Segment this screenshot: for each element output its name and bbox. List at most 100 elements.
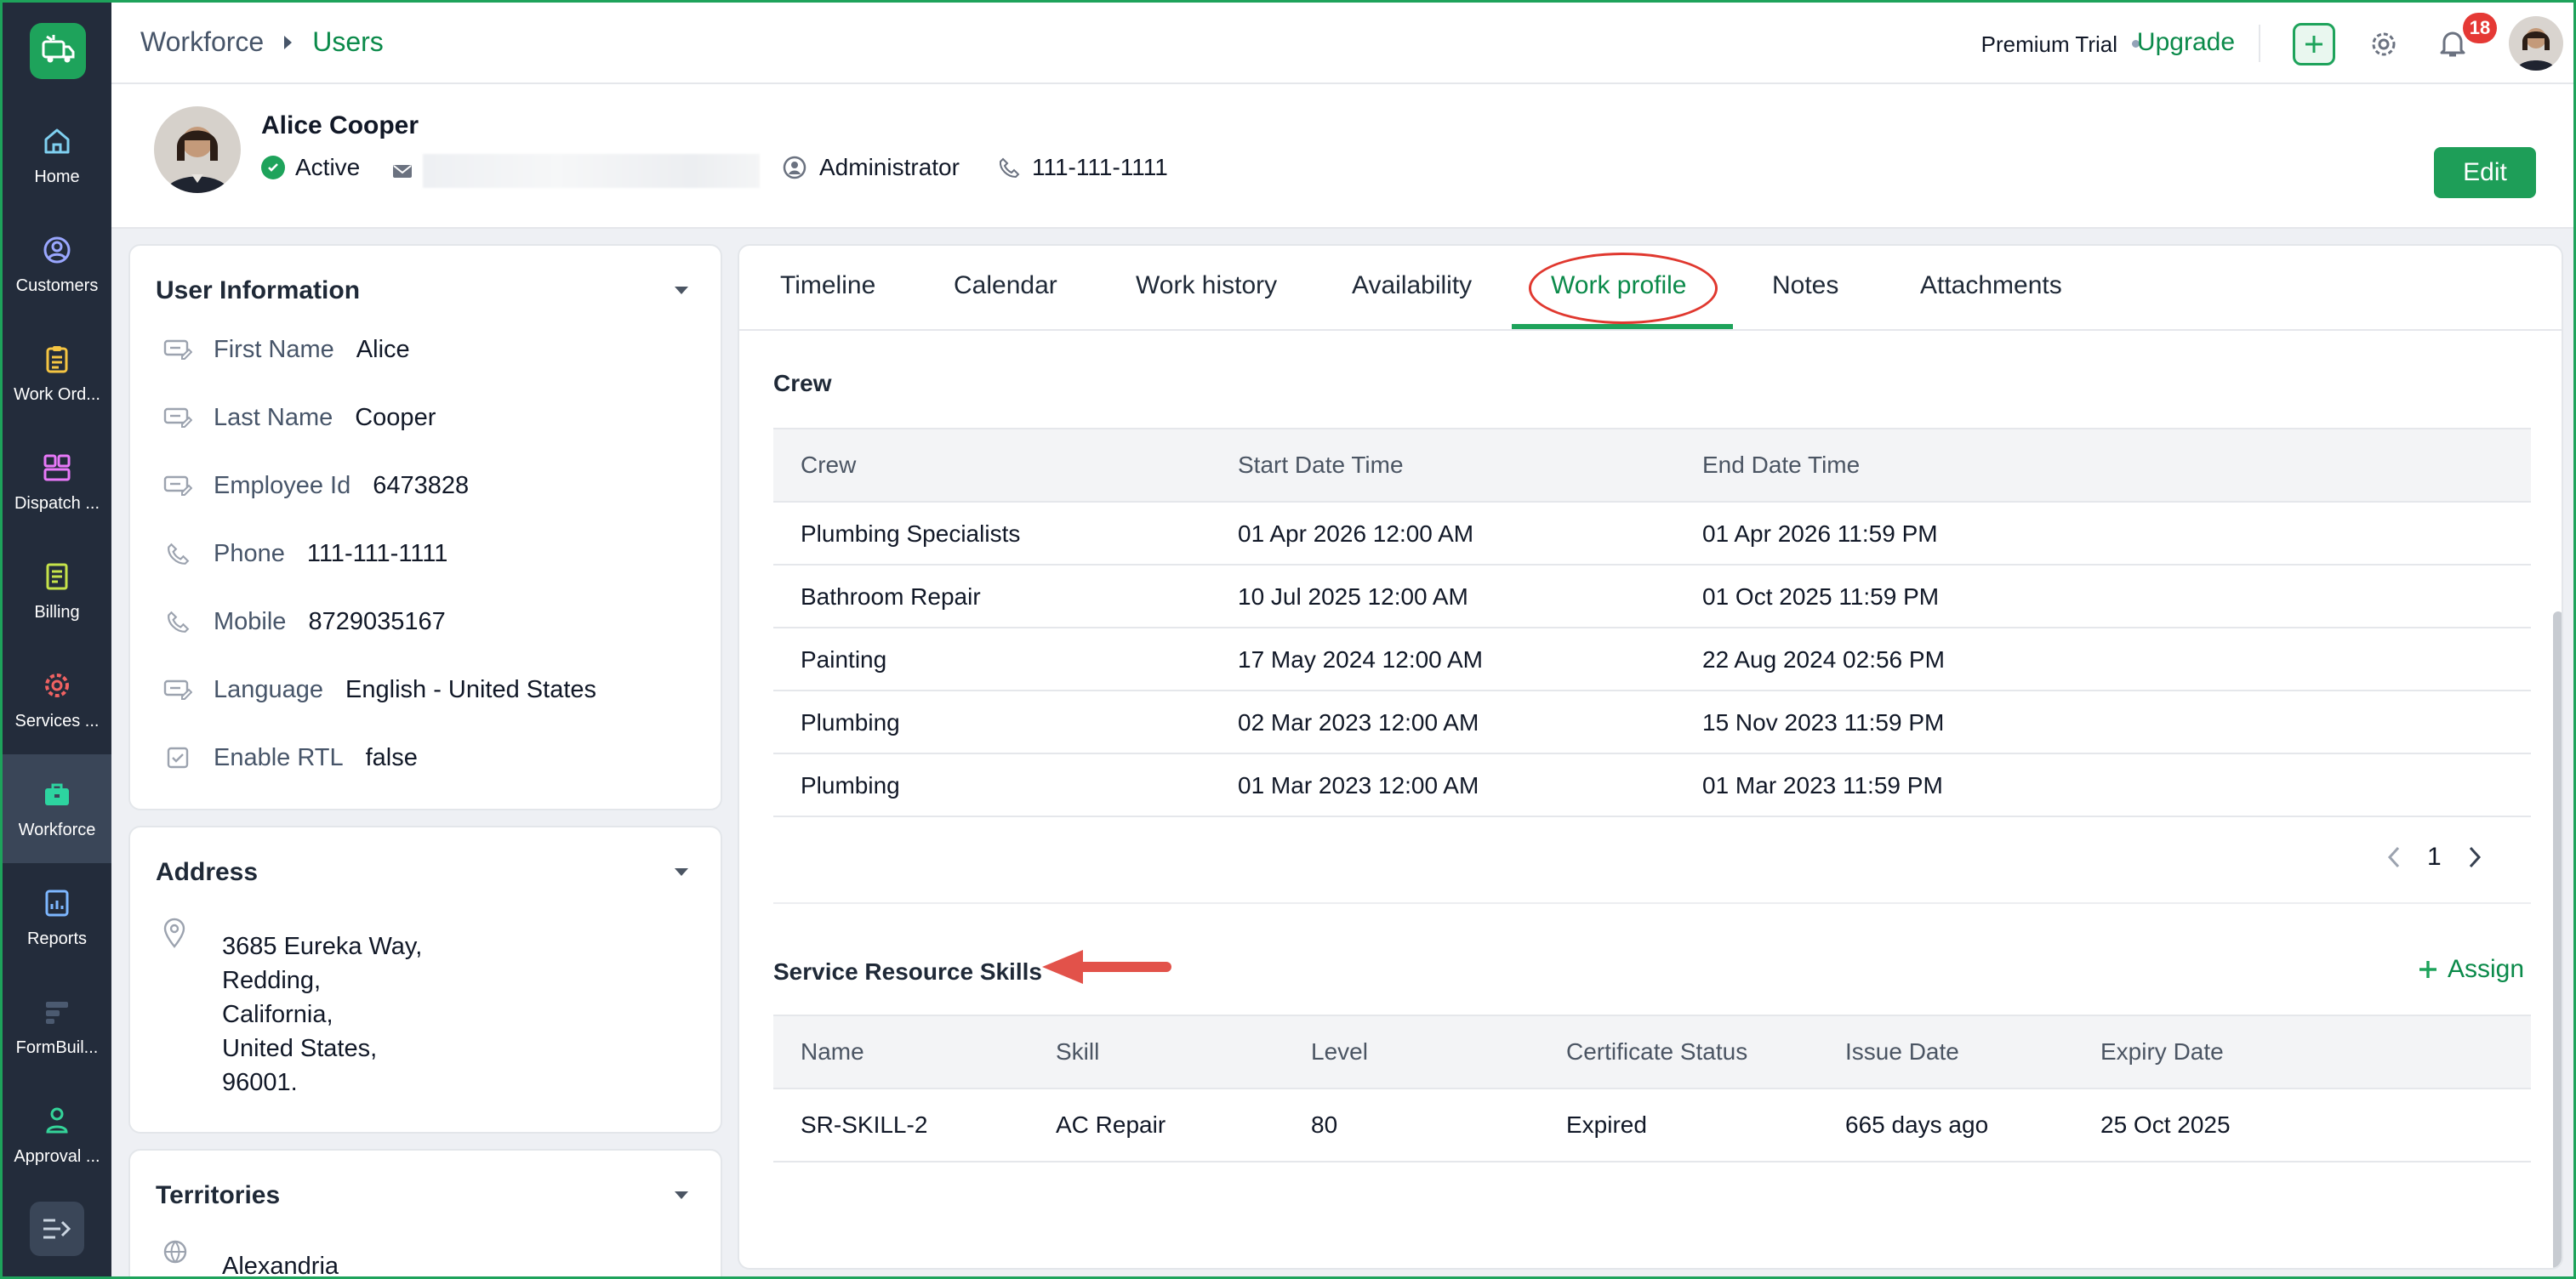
rail-item-label: Approval ... [14, 1146, 100, 1166]
rail-item-label: Services ... [14, 711, 100, 730]
rail-item-work-orders[interactable]: Work Ord... [3, 319, 111, 428]
crew-section-title: Crew [773, 370, 832, 396]
phone-icon [162, 538, 193, 569]
breadcrumb-workforce[interactable]: Workforce [140, 26, 264, 58]
field-value: Alice [356, 335, 410, 363]
table-cell: 25 Oct 2025 [2100, 1111, 2231, 1138]
profile-avatar [154, 106, 241, 193]
tab-attachments[interactable]: Attachments [1920, 271, 2062, 300]
collapse-caret-icon[interactable] [675, 868, 688, 876]
column-header: Certificate Status [1566, 1038, 1748, 1065]
plus-icon [2305, 36, 2322, 53]
edit-button[interactable]: Edit [2434, 147, 2536, 198]
table-header: Name Skill Level Certificate Status Issu… [773, 1015, 2531, 1089]
table-row[interactable]: Plumbing 02 Mar 2023 12:00 AM 15 Nov 202… [773, 691, 2531, 754]
column-header: Start Date Time [1238, 452, 1404, 478]
chevron-right-icon[interactable] [2467, 844, 2482, 870]
table-row[interactable]: SR-SKILL-2 AC Repair 80 Expired 665 days… [773, 1089, 2531, 1162]
rail-item-billing[interactable]: Billing [3, 537, 111, 645]
address-line: Redding, [222, 967, 322, 994]
app-window: Home Customers Work Ord... Dispatch ... … [0, 0, 2576, 1279]
rail-item-approval[interactable]: Approval ... [3, 1081, 111, 1190]
tab-calendar[interactable]: Calendar [954, 271, 1057, 300]
upgrade-link[interactable]: Upgrade [2137, 28, 2235, 57]
field-value: false [365, 743, 418, 771]
field-first-name: First Name Alice [162, 334, 410, 365]
table-cell: 10 Jul 2025 12:00 AM [1238, 583, 1468, 610]
table-cell: Bathroom Repair [801, 583, 981, 610]
section-divider [773, 902, 2531, 904]
profile-meta: Active Administrator 111-111-1111 [261, 154, 1367, 188]
collapse-rail-button[interactable] [30, 1202, 84, 1256]
breadcrumb-users[interactable]: Users [312, 26, 384, 58]
rail-item-dispatch[interactable]: Dispatch ... [3, 428, 111, 537]
chevron-left-icon[interactable] [2386, 844, 2402, 870]
text-field-icon [162, 674, 193, 705]
collapse-caret-icon[interactable] [675, 287, 688, 294]
rail-item-label: Dispatch ... [14, 493, 100, 513]
settings-gear-icon[interactable] [2368, 28, 2400, 60]
table-cell: Plumbing [801, 709, 900, 736]
territories-card: Territories Alexandria [128, 1149, 722, 1279]
table-row[interactable]: Plumbing 01 Mar 2023 12:00 AM 01 Mar 202… [773, 754, 2531, 817]
rail-item-customers[interactable]: Customers [3, 210, 111, 319]
tab-timeline[interactable]: Timeline [780, 271, 875, 300]
table-cell: 01 Apr 2026 12:00 AM [1238, 520, 1474, 547]
field-label: Last Name [214, 403, 333, 431]
rail-item-label: Customers [15, 276, 99, 295]
phone-icon [162, 606, 193, 637]
text-field-icon [162, 334, 193, 365]
role-user-icon [783, 156, 806, 179]
field-value: English - United States [345, 675, 597, 703]
tab-notes[interactable]: Notes [1772, 271, 1838, 300]
vertical-scrollbar[interactable] [2553, 611, 2562, 1268]
territory-item: Alexandria [222, 1253, 339, 1279]
tab-availability[interactable]: Availability [1352, 271, 1472, 300]
assign-skill-button[interactable]: Assign [2417, 955, 2524, 984]
briefcase-icon [45, 783, 69, 805]
table-cell: 01 Oct 2025 11:59 PM [1702, 583, 1940, 610]
rail-item-home[interactable]: Home [3, 101, 111, 210]
status-text: Active [295, 154, 361, 180]
address-line: United States, [222, 1035, 378, 1062]
column-header: Expiry Date [2100, 1038, 2224, 1065]
card-title: Territories [156, 1181, 281, 1209]
rail-item-workforce[interactable]: Workforce [3, 754, 111, 863]
dispatch-grid-icon [43, 454, 71, 480]
table-row[interactable]: Painting 17 May 2024 12:00 AM 22 Aug 202… [773, 628, 2531, 691]
tab-work-history[interactable]: Work history [1136, 271, 1277, 300]
billing-icon [46, 563, 68, 589]
collapse-caret-icon[interactable] [675, 1191, 688, 1199]
check-circle-icon [261, 156, 285, 179]
field-label: First Name [214, 335, 334, 363]
email-redacted [423, 154, 760, 188]
field-label: Enable RTL [214, 743, 344, 771]
field-employee-id: Employee Id 6473828 [162, 470, 469, 501]
user-information-card: User Information First Name Alice Last N… [128, 244, 722, 810]
rail-item-reports[interactable]: Reports [3, 863, 111, 972]
column-header: Skill [1056, 1038, 1100, 1065]
field-value: Cooper [355, 403, 436, 431]
assign-label: Assign [2448, 955, 2525, 983]
rail-item-formbuilder[interactable]: FormBuil... [3, 972, 111, 1081]
table-cell: 665 days ago [1845, 1111, 1989, 1138]
rail-item-label: Home [34, 167, 80, 186]
customers-icon [43, 236, 71, 263]
table-row[interactable]: Plumbing Specialists 01 Apr 2026 12:00 A… [773, 503, 2531, 566]
clipboard-icon [46, 345, 68, 372]
app-logo-icon[interactable] [30, 23, 86, 79]
field-phone: Phone 111-111-1111 [162, 538, 447, 569]
page-number: 1 [2427, 843, 2442, 871]
location-pin-icon [163, 918, 185, 948]
table-row[interactable]: Bathroom Repair 10 Jul 2025 12:00 AM 01 … [773, 566, 2531, 628]
field-language: Language English - United States [162, 674, 596, 705]
table-cell: 02 Mar 2023 12:00 AM [1238, 709, 1479, 736]
user-avatar[interactable] [2509, 16, 2563, 71]
field-label: Language [214, 675, 324, 703]
rail-item-services[interactable]: Services ... [3, 645, 111, 754]
address-card: Address 3685 Eureka Way, Redding, Califo… [128, 826, 722, 1134]
mail-icon [393, 165, 412, 178]
breadcrumb-separator-icon [284, 35, 293, 49]
quick-create-button[interactable] [2293, 23, 2335, 65]
top-bar: Workforce Users Premium Trial Upgrade 18 [111, 3, 2573, 84]
